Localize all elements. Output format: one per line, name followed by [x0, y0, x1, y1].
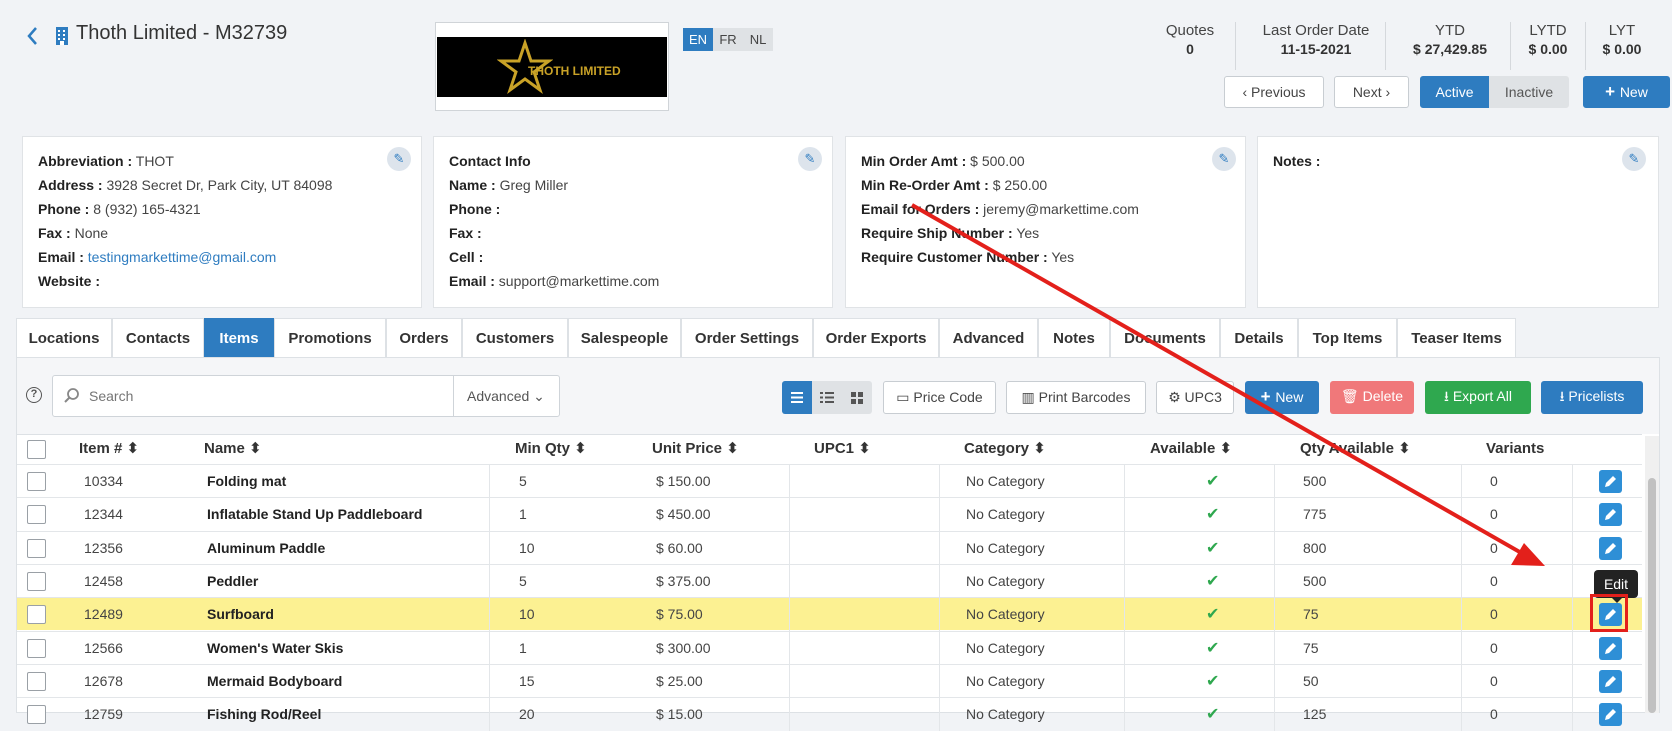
annotation-highlight: [1590, 594, 1628, 632]
annotation-arrow: [911, 203, 1545, 566]
